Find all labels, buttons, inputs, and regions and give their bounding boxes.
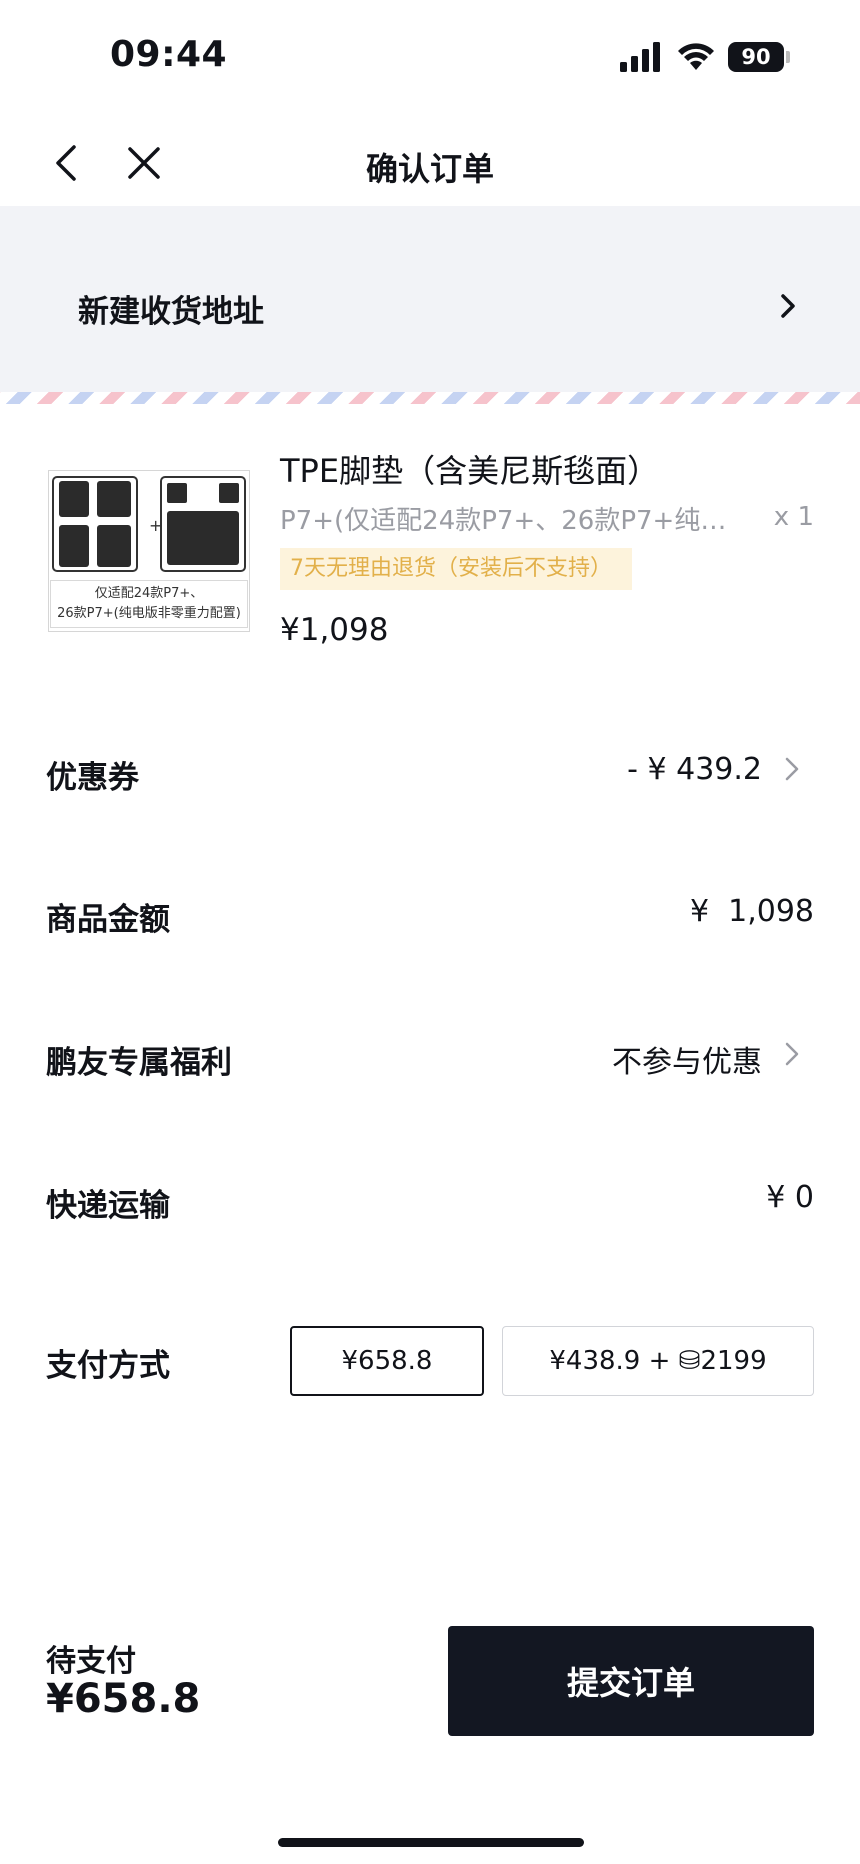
wifi-icon (678, 43, 714, 70)
chevron-right-icon (780, 1039, 804, 1069)
goods-amount-row: 商品金额 ¥ 1,098 (0, 884, 860, 940)
payment-option-mixed[interactable]: ¥438.9 + ⛁2199 (502, 1326, 814, 1396)
page-title: 确认订单 (365, 150, 494, 188)
caption-line-2: 26款P7+(纯电版非零重力配置) (57, 606, 241, 621)
shipping-value: ¥ 0 (766, 1180, 814, 1215)
amount-due-value: ¥658.8 (46, 1676, 201, 1722)
amount-due-label: 待支付 (46, 1644, 136, 1679)
coupon-label: 优惠券 (46, 760, 139, 796)
address-envelope-stripe (0, 392, 860, 404)
status-time: 09:44 (110, 34, 228, 75)
chevron-right-icon (774, 292, 802, 320)
product-spec: P7+(仅适配24款P7+、26款P7+纯电版非零重力配置) (280, 506, 752, 536)
home-indicator (278, 1838, 584, 1847)
payment-method-label: 支付方式 (46, 1348, 170, 1384)
member-benefit-label: 鹏友专属福利 (46, 1045, 232, 1081)
cellular-signal-icon (620, 42, 660, 72)
product-price: ¥1,098 (280, 612, 389, 648)
coupon-row[interactable]: 优惠券 - ¥ 439.2 (0, 742, 860, 798)
battery-tip (786, 51, 790, 63)
product-quantity: x 1 (773, 502, 814, 532)
chevron-right-icon (780, 754, 804, 784)
battery-indicator: 90 (728, 42, 790, 72)
battery-level: 90 (728, 42, 784, 72)
floor-mat-image: + (52, 476, 246, 572)
nav-bar: 确认订单 (0, 118, 860, 208)
coupon-value: - ¥ 439.2 (627, 752, 762, 787)
return-policy-badge: 7天无理由退货（安装后不支持） (280, 548, 632, 590)
submit-order-button[interactable]: 提交订单 (448, 1626, 814, 1736)
member-benefit-value: 不参与优惠 (612, 1045, 762, 1080)
new-address-row[interactable]: 新建收货地址 (0, 206, 860, 392)
goods-amount-value: ¥ 1,098 (689, 894, 814, 929)
shipping-label: 快递运输 (46, 1188, 170, 1224)
new-address-label: 新建收货地址 (78, 294, 264, 330)
status-icons: 90 (620, 40, 790, 74)
member-benefit-row[interactable]: 鹏友专属福利 不参与优惠 (0, 1027, 860, 1083)
goods-amount-label: 商品金额 (46, 902, 170, 938)
product-title: TPE脚垫（含美尼斯毯面） (280, 452, 660, 490)
payment-option-cash[interactable]: ¥658.8 (290, 1326, 484, 1396)
caption-line-1: 仅适配24款P7+、 (94, 586, 204, 601)
product-image-caption: 仅适配24款P7+、 26款P7+(纯电版非零重力配置) (50, 580, 248, 628)
shipping-row: 快递运输 ¥ 0 (0, 1170, 860, 1226)
